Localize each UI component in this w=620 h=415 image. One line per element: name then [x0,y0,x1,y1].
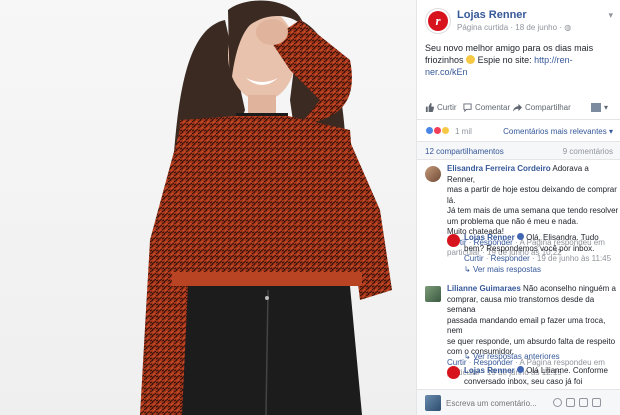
action-bar: Curtir Comentar Compartilhar ▾ [417,96,620,120]
reply-text: Olá, Elisandra. Tudo [526,233,599,242]
reply-item: Lojas Renner Olá Lilianne. Conforme conv… [464,366,619,387]
reply-avatar[interactable] [447,234,460,247]
comment-item: Lilianne Guimaraes Não aconselho ninguém… [447,284,619,379]
sticker-icon[interactable] [592,398,601,407]
reply-avatar[interactable] [447,366,460,379]
reply-like-link[interactable]: Curtir [464,254,484,263]
shares-bar: 12 compartilhamentos 9 comentários [417,142,620,160]
commenter-avatar[interactable] [425,286,441,302]
reply-text: conversado inbox, seu caso já foi [464,376,583,386]
reply-text: bem? Respondemos você por inbox. [464,243,595,253]
commenter-name[interactable]: Lilianne Guimaraes [447,284,521,293]
post-header: r Lojas Renner Página curtida · 18 de ju… [425,8,615,36]
page-name-link[interactable]: Lojas Renner [457,9,527,21]
comments-count[interactable]: 9 comentários [563,147,613,156]
post-meta: Página curtida · 18 de junho · ◍ [457,23,572,32]
gif-icon[interactable] [579,398,588,407]
more-replies-label: Ver mais respostas [472,265,541,274]
comment-composer [417,389,620,415]
reply-text: Olá Lilianne. Conforme [526,366,608,375]
like-label: Curtir [437,103,457,112]
previous-replies-link[interactable]: ↳ Ver respostas anteriores [464,352,560,361]
comment-text: Já tem mais de uma semana que tendo reso… [447,206,619,215]
share-label: Compartilhar [525,103,571,112]
commenter-avatar[interactable] [425,166,441,182]
post-text: Seu novo melhor amigo para os dias mais … [425,42,615,78]
like-button[interactable]: Curtir [425,103,457,112]
comment-button[interactable]: Comentar [463,103,510,112]
verified-badge-icon [516,233,524,240]
current-user-avatar [425,395,441,411]
post-text-line2: friozinhos [425,55,464,65]
page-avatar[interactable]: r [425,8,451,34]
model-illustration [140,0,392,415]
reactions-bar: 1 mil Comentários mais relevantes ▾ [417,120,620,142]
share-icon [513,103,522,112]
chevron-down-icon[interactable]: ▾ [608,10,613,21]
globe-icon: ◍ [564,23,572,32]
comment-text: Não aconselho ninguém a [523,284,616,293]
post-text-line1: Seu novo melhor amigo para os dias mais [425,43,594,53]
comment-text: mas a partir de hoje estou deixando de c… [447,185,617,205]
comment-label: Comentar [475,103,511,112]
comment-sort-dropdown[interactable]: Comentários mais relevantes ▾ [503,127,613,136]
reply-time[interactable]: 19 de junho às 11:45 [537,254,611,263]
share-button[interactable]: Compartilhar [513,103,571,112]
thumbs-up-icon [425,103,434,112]
post-date[interactable]: 18 de junho [515,23,557,32]
reply-author-name[interactable]: Lojas Renner [464,366,515,375]
commenter-name[interactable]: Elisandra Ferreira Cordeiro [447,164,551,173]
more-replies-link[interactable]: ↳ Ver mais respostas [464,265,541,274]
camera-icon[interactable] [566,398,575,407]
post-text-line2b: Espie no site: [477,55,532,65]
user-avatar-icon [591,103,601,112]
verified-badge-icon [516,366,524,373]
chevron-down-icon: ▾ [604,103,609,112]
heart-eyes-emoji-icon [466,55,476,64]
composer-icons [553,398,601,407]
emoji-icon[interactable] [553,398,562,407]
page-type: Página curtida [457,23,509,32]
share-audience-selector[interactable]: ▾ [591,103,608,112]
facebook-photo-viewer: r Lojas Renner Página curtida · 18 de ju… [0,0,620,415]
comment-icon [463,103,472,112]
wow-reaction-icon[interactable] [441,126,450,135]
reply-item: Lojas Renner Olá, Elisandra. Tudo bem? R… [464,233,619,265]
reply-reply-link[interactable]: Responder [491,254,530,263]
comment-text: passada mandando email p fazer uma troca… [447,315,606,336]
previous-replies-label: Ver respostas anteriores [472,352,560,361]
comment-input[interactable] [446,396,546,410]
reaction-count[interactable]: 1 mil [455,127,472,136]
reply-author-name[interactable]: Lojas Renner [464,233,515,242]
shares-count[interactable]: 12 compartilhamentos [425,147,504,156]
comment-text: comprar, causa mio transtornos desde da … [447,294,595,315]
comment-text: se quer responde, um absurdo falta de re… [447,336,616,346]
comment-text: um problema que não é meu e nada. [447,216,579,226]
post-side-panel: r Lojas Renner Página curtida · 18 de ju… [416,0,620,415]
post-photo[interactable] [0,0,416,415]
reply-actions: Curtir · Responder · 19 de junho às 11:4… [464,254,612,263]
